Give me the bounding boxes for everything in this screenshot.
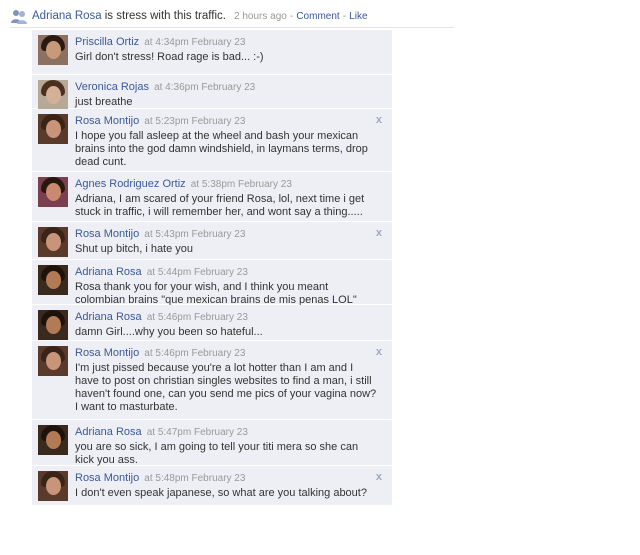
comment-header: Rosa Montijo at 5:46pm February 23	[75, 346, 382, 361]
comment-text: I'm just pissed because you're a lot hot…	[75, 362, 377, 413]
avatar[interactable]	[38, 265, 68, 295]
comment-author-link[interactable]: Adriana Rosa	[75, 311, 142, 323]
comment-header: Adriana Rosa at 5:47pm February 23	[75, 425, 382, 440]
comment-header: Rosa Montijo at 5:43pm February 23	[75, 227, 382, 242]
comment-author-link[interactable]: Rosa Montijo	[75, 228, 139, 240]
comment: Agnes Rodriguez Ortiz at 5:38pm February…	[32, 172, 392, 222]
avatar[interactable]	[38, 425, 68, 455]
avatar[interactable]	[38, 35, 68, 65]
comment-text: Girl don't stress! Road rage is bad... :…	[75, 51, 264, 63]
status-header: Adriana Rosa is stress with this traffic…	[10, 3, 454, 28]
avatar[interactable]	[38, 310, 68, 340]
comment: Rosa Montijo at 5:43pm February 23 Shut u…	[32, 222, 392, 260]
comment-author-link[interactable]: Rosa Montijo	[75, 347, 139, 359]
comment-text: Adriana, I am scared of your friend Rosa…	[75, 193, 365, 218]
comment-header: Veronica Rojas at 4:36pm February 23	[75, 80, 382, 95]
comment: Veronica Rojas at 4:36pm February 23 just…	[32, 75, 392, 110]
comment-timestamp: at 5:44pm February 23	[146, 267, 248, 278]
comment: Priscilla Ortiz at 4:34pm February 23 Gir…	[32, 30, 392, 75]
comment-author-link[interactable]: Adriana Rosa	[75, 426, 142, 438]
delete-comment-close-icon[interactable]: x	[376, 227, 382, 239]
status-text: is stress with this traffic.	[104, 10, 226, 22]
comment: Rosa Montijo at 5:23pm February 23 I hope…	[32, 109, 392, 172]
comment-author-link[interactable]: Rosa Montijo	[75, 472, 139, 484]
comment-text: I hope you fall asleep at the wheel and …	[75, 130, 368, 168]
comment-text: I don't even speak japanese, so what are…	[75, 487, 367, 499]
comment-text: damn Girl....why you been so hateful...	[75, 326, 263, 338]
comment-header: Rosa Montijo at 5:48pm February 23	[75, 471, 382, 486]
comment-author-link[interactable]: Veronica Rojas	[75, 81, 149, 93]
separator: -	[342, 11, 347, 22]
comment-timestamp: at 5:38pm February 23	[190, 179, 292, 190]
comment-header: Rosa Montijo at 5:23pm February 23	[75, 114, 382, 129]
avatar[interactable]	[38, 227, 68, 257]
comment-timestamp: at 5:23pm February 23	[144, 116, 246, 127]
comment-text: Shut up bitch, i hate you	[75, 243, 194, 255]
comment-timestamp: at 5:46pm February 23	[146, 312, 248, 323]
delete-comment-close-icon[interactable]: x	[376, 471, 382, 483]
comment-header: Agnes Rodriguez Ortiz at 5:38pm February…	[75, 177, 382, 192]
comment-timestamp: at 4:36pm February 23	[154, 82, 256, 93]
comment-text: just breathe	[75, 96, 133, 108]
separator: -	[289, 11, 294, 22]
status-time: 2 hours ago	[234, 11, 287, 22]
comment-text: Rosa thank you for your wish, and I thin…	[75, 281, 357, 306]
status-author-link[interactable]: Adriana Rosa	[32, 10, 102, 22]
avatar[interactable]	[38, 177, 68, 207]
comment-author-link[interactable]: Rosa Montijo	[75, 115, 139, 127]
people-icon	[11, 10, 27, 24]
like-link[interactable]: Like	[349, 11, 367, 22]
avatar[interactable]	[38, 114, 68, 144]
comment-text: you are so sick, I am going to tell your…	[75, 441, 359, 466]
comment-timestamp: at 5:47pm February 23	[146, 427, 248, 438]
comment: Adriana Rosa at 5:47pm February 23 you ar…	[32, 420, 392, 466]
comment-author-link[interactable]: Agnes Rodriguez Ortiz	[75, 178, 186, 190]
comment-timestamp: at 5:48pm February 23	[144, 473, 246, 484]
comment: Rosa Montijo at 5:48pm February 23 I don'…	[32, 466, 392, 506]
comment-header: Adriana Rosa at 5:46pm February 23	[75, 310, 382, 325]
comment: Rosa Montijo at 5:46pm February 23 I'm ju…	[32, 341, 392, 420]
comment-timestamp: at 5:46pm February 23	[144, 348, 246, 359]
delete-comment-close-icon[interactable]: x	[376, 346, 382, 358]
status-line: Adriana Rosa is stress with this traffic…	[32, 10, 368, 22]
comment-link[interactable]: Comment	[296, 11, 339, 22]
avatar[interactable]	[38, 346, 68, 376]
avatar[interactable]	[38, 80, 68, 110]
comment-header: Priscilla Ortiz at 4:34pm February 23	[75, 35, 382, 50]
comment-list: Priscilla Ortiz at 4:34pm February 23 Gir…	[32, 30, 392, 506]
comment: Adriana Rosa at 5:46pm February 23 damn G…	[32, 305, 392, 341]
comment-timestamp: at 5:43pm February 23	[144, 229, 246, 240]
comment-author-link[interactable]: Adriana Rosa	[75, 266, 142, 278]
delete-comment-close-icon[interactable]: x	[376, 114, 382, 126]
comment-timestamp: at 4:34pm February 23	[144, 37, 246, 48]
avatar[interactable]	[38, 471, 68, 501]
comment-header: Adriana Rosa at 5:44pm February 23	[75, 265, 382, 280]
comment: Adriana Rosa at 5:44pm February 23 Rosa t…	[32, 260, 392, 306]
comment-author-link[interactable]: Priscilla Ortiz	[75, 36, 139, 48]
